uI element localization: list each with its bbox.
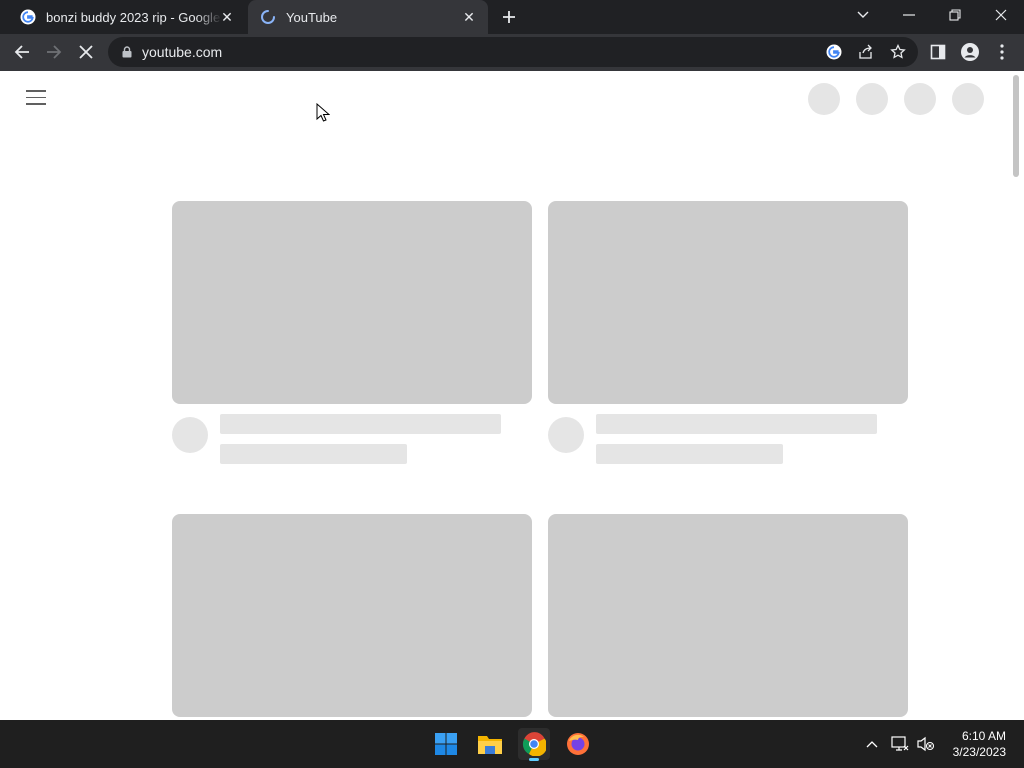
google-icon [826, 44, 842, 60]
restore-button[interactable] [932, 0, 978, 30]
restore-icon [949, 9, 961, 21]
network-icon[interactable] [890, 732, 910, 756]
windows-taskbar: 6:10 AM 3/23/2023 [0, 720, 1024, 768]
subtitle-placeholder [220, 444, 407, 464]
menu-icon[interactable] [26, 90, 46, 106]
close-icon [79, 45, 93, 59]
clock-date: 3/23/2023 [952, 745, 1006, 759]
file-explorer-icon[interactable] [474, 728, 506, 760]
plus-icon [503, 11, 515, 23]
firefox-icon[interactable] [562, 728, 594, 760]
close-tab-icon[interactable]: ✕ [218, 8, 236, 26]
profile-icon [961, 43, 979, 61]
chevron-down-icon [857, 11, 869, 18]
mouse-cursor-icon [316, 102, 331, 128]
thumbnail-placeholder [548, 514, 908, 717]
side-panel-icon [930, 44, 946, 60]
title-placeholder [596, 414, 877, 434]
browser-toolbar: youtube.com [0, 34, 1024, 71]
header-placeholder-circle [856, 83, 888, 115]
lock-icon[interactable] [120, 45, 134, 59]
bookmark-button[interactable] [884, 38, 912, 66]
subtitle-placeholder [596, 444, 783, 464]
chevron-up-icon[interactable] [862, 732, 882, 756]
share-button[interactable] [852, 38, 880, 66]
clock-time: 6:10 AM [961, 729, 1006, 743]
chrome-icon[interactable] [518, 728, 550, 761]
arrow-left-icon [14, 45, 29, 59]
close-icon [995, 9, 1007, 21]
video-card-skeleton [548, 514, 908, 717]
scrollbar-thumb[interactable] [1013, 75, 1019, 177]
chrome-menu-button[interactable] [988, 38, 1016, 66]
new-tab-button[interactable] [498, 6, 520, 28]
minimize-icon [903, 14, 915, 16]
url-text: youtube.com [142, 44, 223, 60]
tab-title: bonzi buddy 2023 rip - Google Search [46, 9, 222, 25]
arrow-right-icon [47, 45, 62, 59]
video-card-skeleton [172, 514, 532, 717]
active-app-indicator [529, 758, 539, 761]
side-panel-button[interactable] [924, 38, 952, 66]
profile-button[interactable] [956, 38, 984, 66]
address-bar[interactable]: youtube.com [108, 37, 918, 67]
title-placeholder [220, 414, 501, 434]
avatar-placeholder [172, 417, 208, 453]
tab-search-button[interactable] [840, 0, 886, 30]
star-icon [890, 44, 906, 59]
tab-title: YouTube [286, 9, 338, 25]
thumbnail-placeholder [548, 201, 908, 404]
forward-button[interactable] [40, 38, 68, 66]
video-card-skeleton [548, 201, 908, 464]
system-clock[interactable]: 6:10 AM 3/23/2023 [953, 728, 1006, 760]
header-placeholder-circle [808, 83, 840, 115]
header-placeholder-circle [952, 83, 984, 115]
stop-loading-button[interactable] [72, 38, 100, 66]
close-window-button[interactable] [978, 0, 1024, 30]
tab-youtube[interactable]: YouTube ✕ [248, 0, 488, 34]
volume-muted-icon[interactable] [916, 732, 936, 756]
back-button[interactable] [8, 38, 36, 66]
thumbnail-placeholder [172, 201, 532, 404]
youtube-page [0, 71, 1024, 720]
loading-spinner-icon [260, 9, 276, 25]
tab-strip: bonzi buddy 2023 rip - Google Search ✕ Y… [0, 0, 1024, 34]
avatar-placeholder [548, 417, 584, 453]
minimize-button[interactable] [886, 0, 932, 30]
header-placeholder-circle [904, 83, 936, 115]
google-lens-button[interactable] [820, 38, 848, 66]
video-card-skeleton [172, 201, 532, 464]
more-vert-icon [1000, 44, 1004, 60]
google-icon [20, 9, 36, 25]
share-icon [859, 44, 872, 59]
close-tab-icon[interactable]: ✕ [460, 8, 478, 26]
page-scrollbar[interactable] [1008, 71, 1024, 720]
thumbnail-placeholder [172, 514, 532, 717]
windows-start-icon[interactable] [430, 728, 462, 760]
tab-google-search[interactable]: bonzi buddy 2023 rip - Google Search ✕ [8, 0, 246, 34]
